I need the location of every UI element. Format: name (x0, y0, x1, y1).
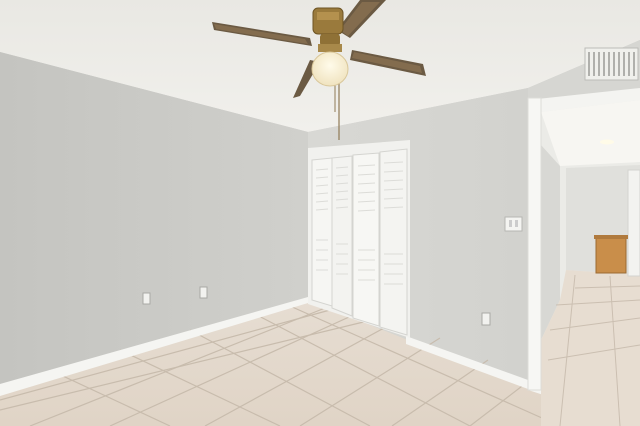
room-illustration (0, 0, 640, 426)
closet (308, 140, 410, 338)
room-photo (0, 0, 640, 426)
air-vent-icon (584, 47, 639, 81)
light-switch-icon[interactable] (504, 216, 523, 232)
cabinet-icon (594, 235, 628, 274)
